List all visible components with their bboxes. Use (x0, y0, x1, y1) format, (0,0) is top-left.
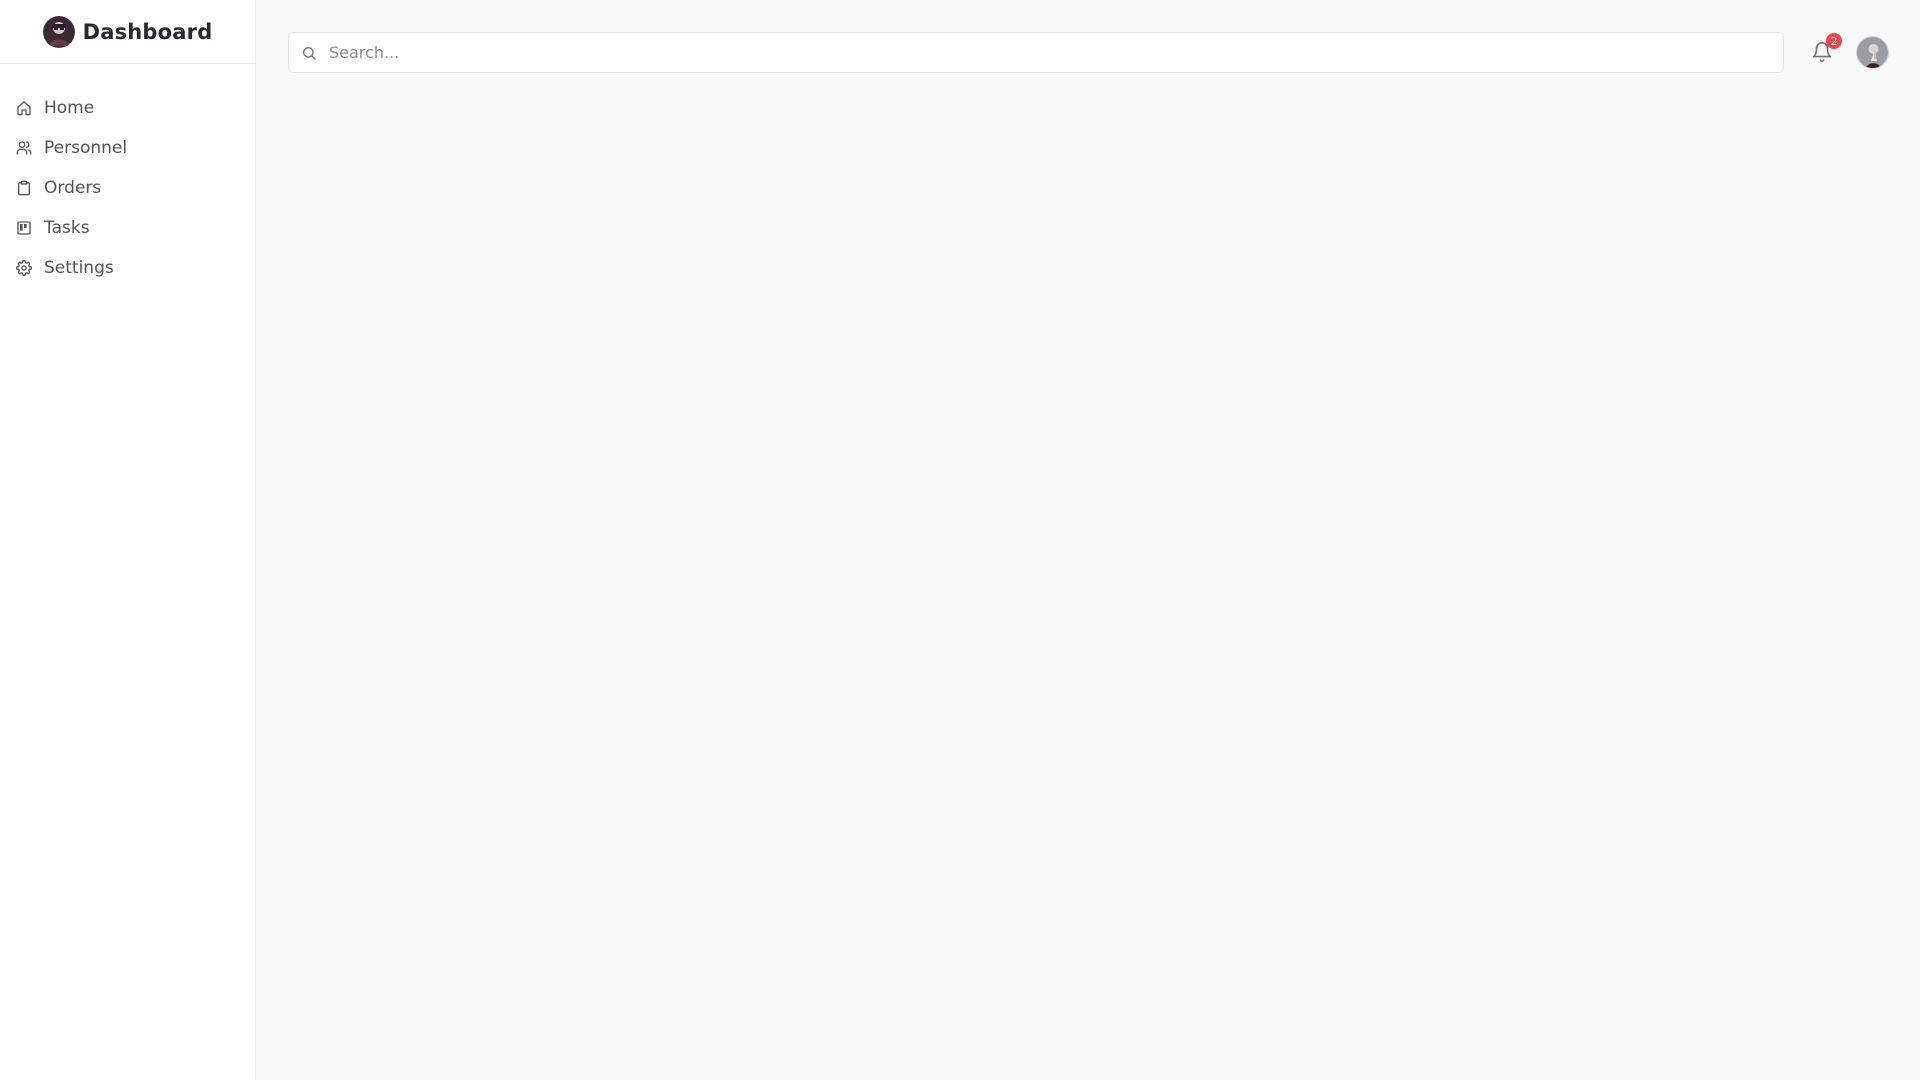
topbar (256, 0, 1920, 104)
sidebar-item-personnel[interactable]: Personnel (0, 128, 255, 168)
sidebar-item-home[interactable]: Home (0, 88, 255, 128)
brand-logo-icon (42, 15, 75, 48)
sidebar-nav: Home Personnel Orders Tasks Settings (0, 64, 255, 288)
sidebar: Dashboard Home Personnel Orders Tasks Se… (0, 0, 256, 1080)
brand-title: Dashboard (82, 19, 213, 44)
sidebar-item-label: Tasks (44, 218, 90, 238)
search-icon (301, 45, 317, 61)
sidebar-item-tasks[interactable]: Tasks (0, 208, 255, 248)
sidebar-item-label: Personnel (44, 138, 128, 158)
kanban-icon (16, 220, 32, 236)
user-avatar[interactable] (1856, 36, 1889, 69)
sidebar-item-label: Home (44, 98, 95, 118)
notifications-button[interactable]: 2 (1808, 33, 1842, 66)
sidebar-item-label: Settings (44, 258, 114, 278)
search-input[interactable] (289, 32, 1783, 72)
app-root: Dashboard Home Personnel Orders Tasks Se… (0, 0, 1920, 1080)
sidebar-item-settings[interactable]: Settings (0, 248, 255, 288)
brand[interactable]: Dashboard (0, 0, 255, 64)
sidebar-item-orders[interactable]: Orders (0, 168, 255, 208)
users-icon (16, 140, 32, 156)
clipboard-icon (16, 180, 32, 196)
home-icon (16, 100, 32, 116)
main-content: 2 (256, 0, 1920, 1080)
sidebar-item-label: Orders (44, 178, 102, 198)
notification-count-badge: 2 (1826, 33, 1842, 49)
gear-icon (16, 260, 32, 276)
search-box (288, 31, 1784, 73)
